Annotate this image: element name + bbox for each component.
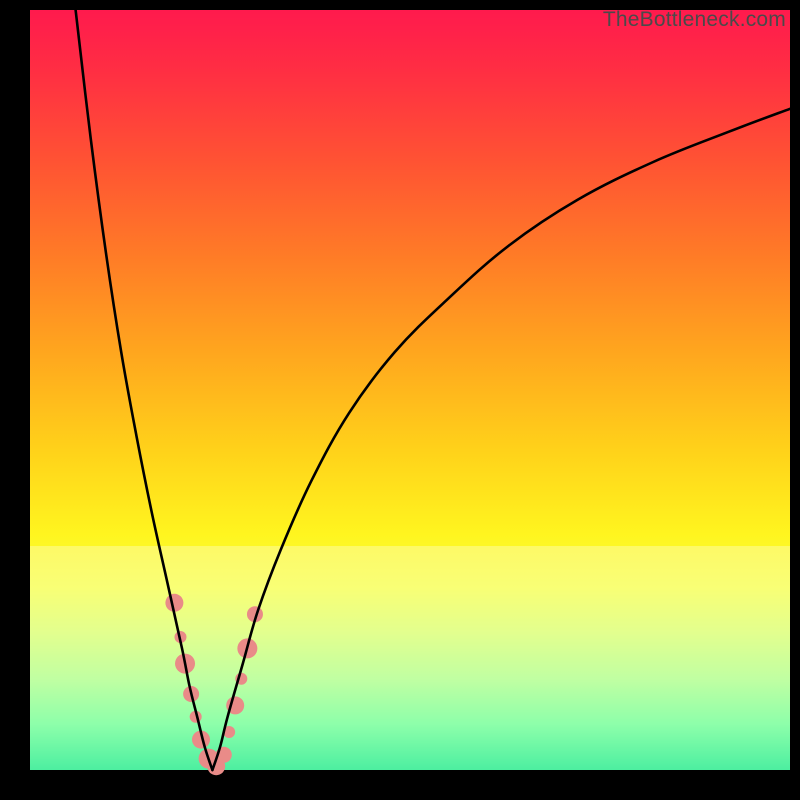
watermark-text: TheBottleneck.com [603,8,786,32]
curve-right-branch [212,109,790,770]
chart-frame: TheBottleneck.com [0,0,800,800]
chart-svg [30,10,790,770]
marker-layer [165,594,263,775]
plot-area [30,10,790,770]
curve-left-branch [76,10,213,770]
